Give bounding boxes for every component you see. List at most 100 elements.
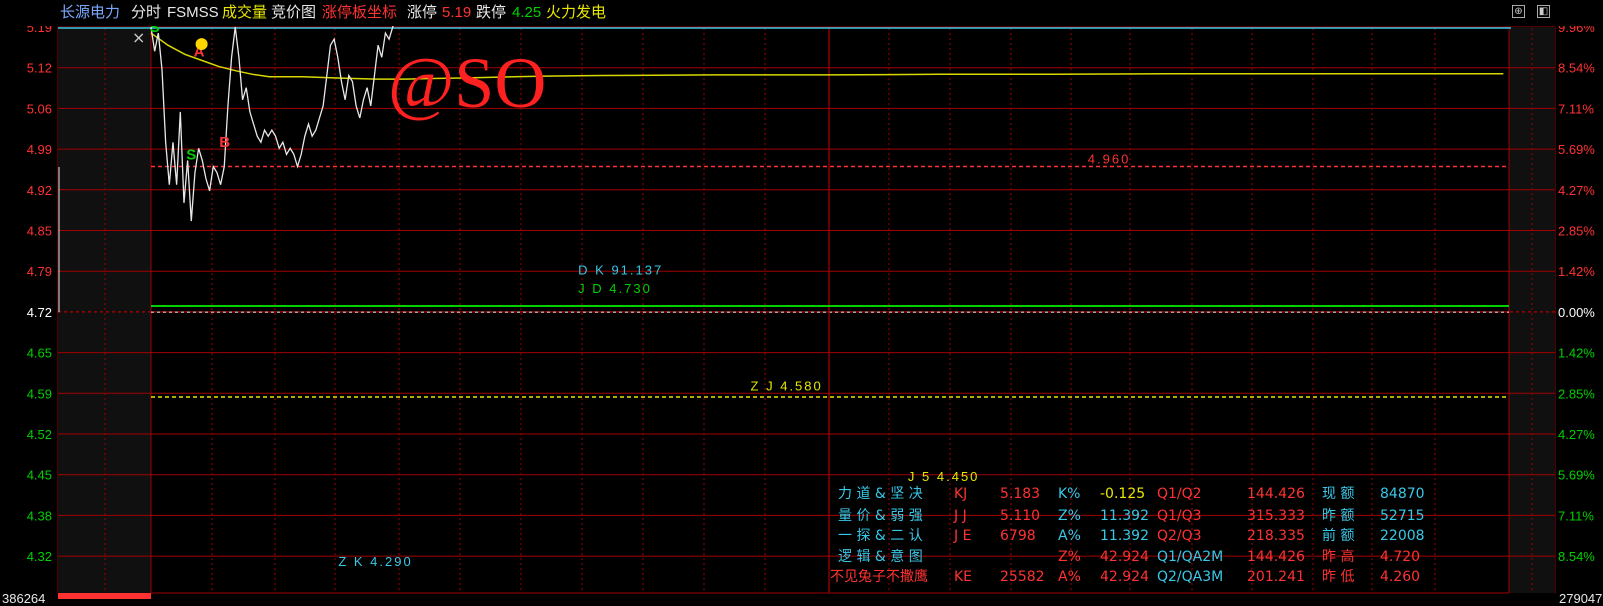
info-panel-cell: 昨 高 [1322, 548, 1354, 565]
y-tick-right: 2.85% [1558, 224, 1595, 239]
y-tick-right: 4.27% [1558, 183, 1595, 198]
y-tick-right: 4.27% [1558, 427, 1595, 442]
info-panel-cell: 现 额 [1322, 486, 1354, 502]
view-tab-fsmss[interactable]: FSMSS [167, 3, 219, 23]
info-panel-cell: 201.241 [1247, 569, 1305, 585]
info-panel-cell: KJ [954, 486, 967, 502]
level-annotation: J 5 4.450 [908, 469, 980, 484]
info-panel-cell: 昨 低 [1322, 569, 1354, 585]
view-tab-auction[interactable]: 竞价图 [271, 3, 316, 23]
info-panel-cell: 22008 [1380, 528, 1425, 544]
info-panel-cell: 4.260 [1380, 569, 1420, 585]
info-panel-cell: 逻 辑 & 意 图 [838, 548, 923, 565]
intraday-chart[interactable]: 5.19 9.96%5.12 8.54%5.06 7.11%4.99 5.69%4.92… [0, 0, 1603, 606]
info-panel-cell: 25582 [1000, 569, 1045, 585]
info-panel-cell: 量 价 & 弱 强 [838, 508, 923, 524]
left-volume-number: 386264 [2, 591, 45, 606]
info-panel-cell: Q1/QA2M [1157, 549, 1223, 565]
info-panel-cell: K% [1058, 486, 1080, 502]
average-price-line [150, 32, 1504, 80]
level-annotation: D K 91.137 [578, 263, 663, 278]
info-panel-cell: -0.125 [1100, 486, 1145, 502]
y-tick-left: 4.32 [27, 549, 52, 564]
info-panel-cell: 84870 [1380, 486, 1425, 502]
y-tick-right: 1.42% [1558, 264, 1595, 279]
level-annotation: Z K 4.290 [338, 554, 412, 569]
chart-header: 长源电力 分时 FSMSS 成交量 竞价图 涨停板坐标 涨停 5.19 跌停 4… [0, 0, 1603, 26]
y-tick-right: 8.54% [1558, 61, 1595, 76]
info-panel-cell: J E [953, 528, 971, 544]
info-panel-cell: Q1/Q3 [1157, 508, 1202, 524]
info-panel-cell: Q2/Q3 [1157, 528, 1202, 544]
y-tick-right: 1.42% [1558, 346, 1595, 361]
y-tick-left: 5.12 [27, 61, 52, 76]
y-tick-left: 4.79 [27, 264, 52, 279]
view-tab-timeshare[interactable]: 分时 [131, 3, 161, 23]
info-panel-cell: 11.392 [1100, 508, 1149, 524]
info-panel-cell: 144.426 [1247, 549, 1305, 565]
info-panel-cell: Q1/Q2 [1157, 486, 1202, 502]
y-tick-left: 4.52 [27, 427, 52, 442]
info-panel-cell: 前 额 [1322, 527, 1354, 544]
y-tick-left: 4.38 [27, 508, 52, 523]
info-panel-cell: Q2/QA3M [1157, 569, 1223, 585]
y-tick-left: 4.92 [27, 183, 52, 198]
y-tick-left: 4.45 [27, 468, 52, 483]
limit-down-value: 4.25 [512, 4, 542, 21]
view-tab-volume[interactable]: 成交量 [222, 3, 267, 23]
expand-icon[interactable]: ⊕ [1512, 5, 1525, 18]
info-panel-cell: 4.720 [1380, 549, 1420, 565]
sector-name[interactable]: 火力发电 [546, 3, 606, 23]
level-annotation: J D 4.730 [578, 281, 652, 296]
volume-strip [1509, 593, 1555, 599]
info-panel-cell: A% [1058, 569, 1081, 585]
info-panel-cell: 不见兔子不撒鹰 [830, 569, 928, 585]
y-tick-right: 8.54% [1558, 549, 1595, 564]
y-tick-right: 5.69% [1558, 142, 1595, 157]
y-tick-left: 4.85 [27, 224, 52, 239]
info-panel-cell: KE [954, 569, 972, 585]
info-panel-cell: 52715 [1380, 508, 1425, 524]
info-panel-cell: 5.110 [1000, 508, 1040, 524]
highlight-point [195, 38, 208, 51]
info-panel-cell: J J [953, 508, 967, 524]
y-tick-right: 2.85% [1558, 386, 1595, 401]
info-panel-cell: 力 道 & 坚 决 [838, 486, 923, 502]
y-tick-left: 4.72 [27, 305, 52, 320]
info-panel-cell: 5.183 [1000, 486, 1040, 502]
info-panel-cell: A% [1058, 528, 1081, 544]
right-volume-number: 279047 [1559, 591, 1602, 606]
volume-bar [58, 593, 151, 599]
info-panel-cell: 42.924 [1100, 569, 1149, 585]
info-panel-cell: 一 探 & 二 认 [838, 528, 923, 544]
info-panel-cell: Z% [1058, 508, 1081, 524]
limit-down-label: 跌停 [476, 4, 507, 21]
info-panel-cell: 218.335 [1247, 528, 1305, 544]
info-panel-cell: 昨 额 [1322, 508, 1354, 524]
view-tab-limit-coords[interactable]: 涨停板坐标 [322, 3, 397, 23]
close-icon: × [132, 28, 145, 47]
y-tick-right: 5.69% [1558, 468, 1595, 483]
info-panel-cell: 42.924 [1100, 549, 1149, 565]
stock-name[interactable]: 长源电力 [60, 3, 120, 23]
signal-marker-s: S [186, 146, 196, 163]
level-annotation: 4.960 [1088, 152, 1131, 167]
y-tick-left: 5.06 [27, 101, 52, 116]
watermark: @SO [388, 43, 546, 123]
y-tick-left: 4.65 [27, 346, 52, 361]
y-tick-right: 0.00% [1558, 305, 1595, 320]
y-tick-left: 4.99 [27, 142, 52, 157]
info-panel-cell: 6798 [1000, 528, 1036, 544]
level-annotation: Z J 4.580 [751, 378, 823, 393]
info-panel-cell: 315.333 [1247, 508, 1305, 524]
info-panel-cell: 11.392 [1100, 528, 1149, 544]
info-panel-cell: 144.426 [1247, 486, 1305, 502]
limit-up-label: 涨停 [407, 4, 438, 21]
signal-marker-b: B [219, 134, 230, 151]
y-tick-right: 7.11% [1558, 508, 1594, 523]
y-tick-right: 7.11% [1558, 101, 1594, 116]
layout-icon[interactable]: ◧ [1537, 5, 1550, 18]
limit-up-value: 5.19 [442, 4, 472, 21]
info-panel-cell: Z% [1058, 549, 1081, 565]
y-tick-left: 4.59 [27, 386, 52, 401]
